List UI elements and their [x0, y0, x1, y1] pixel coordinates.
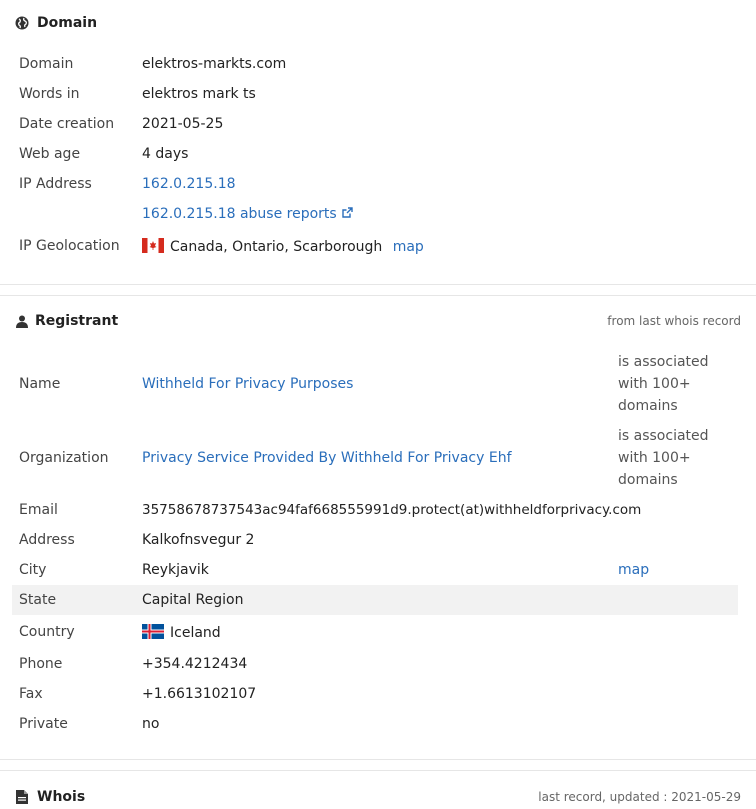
- divider: [0, 759, 756, 760]
- user-icon: [15, 314, 29, 328]
- state-label: State: [12, 585, 135, 615]
- canada-flag-icon: [142, 237, 164, 253]
- abuse-reports-link[interactable]: 162.0.215.18 abuse reports: [142, 206, 354, 222]
- domain-label: Domain: [19, 56, 74, 72]
- ip-address-row: IP Address 162.0.215.18: [12, 169, 738, 199]
- abuse-row: 162.0.215.18 abuse reports: [12, 199, 738, 229]
- ip-address-label: IP Address: [19, 176, 92, 192]
- country-row: Country Iceland: [12, 615, 738, 649]
- geo-map-link[interactable]: map: [393, 239, 424, 255]
- divider: [0, 284, 756, 285]
- phone-value: +354.4212434: [142, 656, 248, 672]
- ip-address-link[interactable]: 162.0.215.18: [142, 176, 236, 192]
- organization-row: Organization Privacy Service Provided By…: [12, 421, 738, 495]
- city-row: City Reykjavik map: [12, 555, 738, 585]
- address-value: Kalkofnsvegur 2: [142, 532, 255, 548]
- domain-section-title: Domain: [15, 12, 97, 34]
- globe-icon: [15, 16, 29, 30]
- name-label: Name: [19, 376, 61, 392]
- ip-geolocation-value: Canada, Ontario, Scarborough: [170, 238, 383, 255]
- city-label: City: [19, 562, 47, 578]
- domain-table: Domain elektros-markts.com Words in elek…: [12, 49, 738, 263]
- country-value: Iceland: [170, 624, 221, 641]
- document-icon: [15, 790, 29, 804]
- date-creation-value: 2021-05-25: [142, 116, 224, 132]
- external-link-icon: [341, 206, 354, 223]
- name-associated-text: is associated with 100+ domains: [618, 354, 709, 414]
- divider: [0, 770, 756, 771]
- words-in-label: Words in: [19, 86, 80, 102]
- city-map-link[interactable]: map: [618, 562, 649, 578]
- fax-label: Fax: [19, 686, 43, 702]
- city-value: Reykjavik: [142, 562, 209, 578]
- country-label: Country: [19, 624, 75, 640]
- ip-geolocation-row: IP Geolocation Canada, Ontario, Scarboro…: [12, 229, 738, 263]
- iceland-flag-icon: [142, 623, 164, 639]
- registrant-note: from last whois record: [607, 314, 741, 328]
- registrant-table: Name Withheld For Privacy Purposes is as…: [12, 347, 738, 739]
- state-row: State Capital Region: [12, 585, 738, 615]
- date-creation-row: Date creation 2021-05-25: [12, 109, 738, 139]
- private-row: Private no: [12, 709, 738, 739]
- date-creation-label: Date creation: [19, 116, 115, 132]
- words-in-value: elektros mark ts: [142, 86, 256, 102]
- ip-geolocation-label: IP Geolocation: [19, 238, 120, 254]
- phone-row: Phone +354.4212434: [12, 649, 738, 679]
- web-age-label: Web age: [19, 146, 81, 162]
- domain-value: elektros-markts.com: [142, 56, 287, 72]
- web-age-value: 4 days: [142, 146, 189, 162]
- organization-associated-text: is associated with 100+ domains: [618, 428, 709, 488]
- email-row: Email 35758678737543ac94faf668555991d9.p…: [12, 495, 738, 525]
- private-label: Private: [19, 716, 68, 732]
- fax-row: Fax +1.6613102107: [12, 679, 738, 709]
- organization-link[interactable]: Privacy Service Provided By Withheld For…: [142, 450, 512, 466]
- email-value: 35758678737543ac94faf668555991d9.protect…: [142, 502, 642, 518]
- email-label: Email: [19, 502, 58, 518]
- organization-label: Organization: [19, 450, 109, 466]
- private-value: no: [142, 716, 160, 732]
- address-row: Address Kalkofnsvegur 2: [12, 525, 738, 555]
- name-row: Name Withheld For Privacy Purposes is as…: [12, 347, 738, 421]
- words-in-row: Words in elektros mark ts: [12, 79, 738, 109]
- address-label: Address: [19, 532, 75, 548]
- fax-value: +1.6613102107: [142, 686, 257, 702]
- domain-row: Domain elektros-markts.com: [12, 49, 738, 79]
- whois-section-title: Whois: [15, 786, 85, 808]
- divider: [0, 295, 756, 296]
- state-value: Capital Region: [135, 585, 611, 615]
- registrant-section-title: Registrant: [15, 310, 118, 332]
- phone-label: Phone: [19, 656, 63, 672]
- whois-note: last record, updated : 2021-05-29: [538, 790, 741, 804]
- name-link[interactable]: Withheld For Privacy Purposes: [142, 376, 353, 392]
- web-age-row: Web age 4 days: [12, 139, 738, 169]
